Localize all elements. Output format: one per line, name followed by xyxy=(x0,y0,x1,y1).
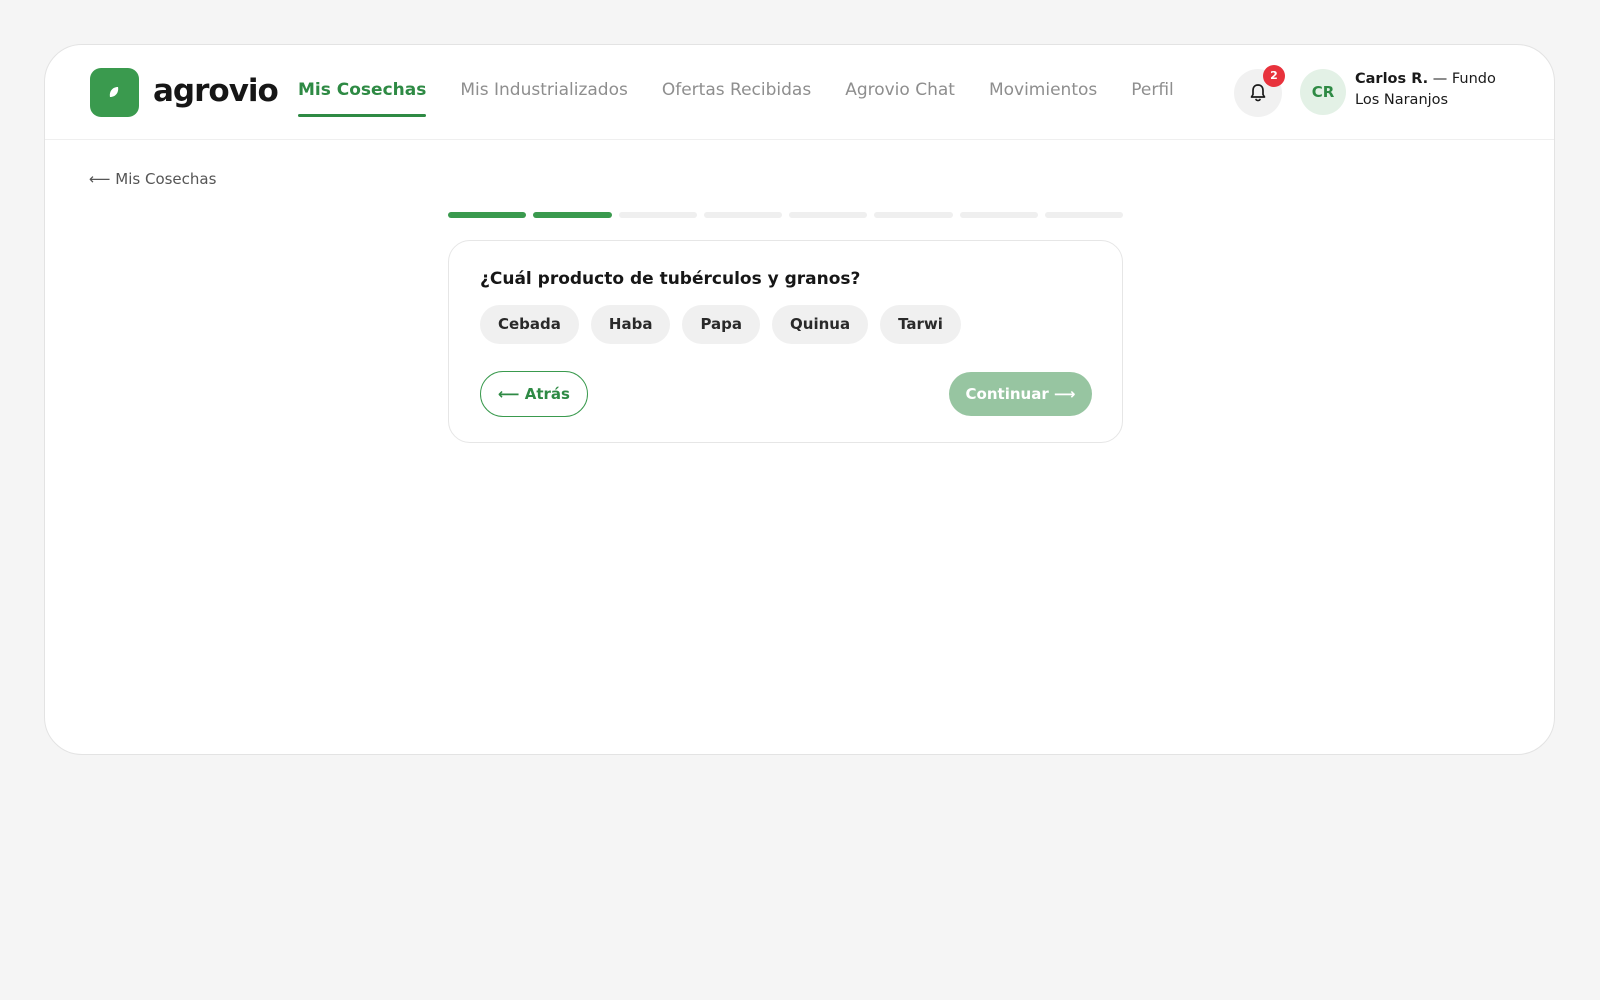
leaf-icon xyxy=(109,87,119,97)
option-chip-tarwi[interactable]: Tarwi xyxy=(880,305,961,344)
nav-item-ofertas-recibidas[interactable]: Ofertas Recibidas xyxy=(662,45,811,140)
user-info: Carlos R. — Fundo Los Naranjos xyxy=(1355,69,1515,111)
nav-item-mis-industrializados[interactable]: Mis Industrializados xyxy=(460,45,628,140)
progress-segment xyxy=(1044,212,1123,218)
question-card: ¿Cuál producto de tubérculos y granos? C… xyxy=(448,240,1123,443)
progress-segment xyxy=(703,212,782,218)
question-title: ¿Cuál producto de tubérculos y granos? xyxy=(480,269,861,289)
top-navbar: agrovio Mis Cosechas Mis Industrializado… xyxy=(45,45,1554,140)
progress-segment xyxy=(789,212,868,218)
nav-item-perfil[interactable]: Perfil xyxy=(1131,45,1174,140)
logo-mark[interactable] xyxy=(90,68,139,117)
option-chip-quinua[interactable]: Quinua xyxy=(772,305,869,344)
wizard-progress-bar xyxy=(448,212,1123,218)
bell-icon xyxy=(1250,84,1266,102)
option-chip-cebada[interactable]: Cebada xyxy=(480,305,579,344)
option-chip-haba[interactable]: Haba xyxy=(590,305,671,344)
user-name: Carlos R. xyxy=(1355,71,1429,87)
product-options: Cebada Haba Papa Quinua Tarwi xyxy=(480,305,961,344)
nav-item-movimientos[interactable]: Movimientos xyxy=(989,45,1097,140)
main-nav: Mis Cosechas Mis Industrializados Oferta… xyxy=(298,45,1174,140)
back-to-mis-cosechas-link[interactable]: ⟵ Mis Cosechas xyxy=(89,169,216,189)
notification-count-badge: 2 xyxy=(1263,65,1285,87)
progress-segment xyxy=(533,212,612,218)
progress-segment xyxy=(448,212,527,218)
progress-segment xyxy=(959,212,1038,218)
user-separator: — xyxy=(1428,71,1452,87)
brand-name[interactable]: agrovio xyxy=(153,69,279,113)
continue-button[interactable]: Continuar ⟶ xyxy=(949,372,1092,416)
back-button[interactable]: ⟵ Atrás xyxy=(480,371,588,417)
nav-item-mis-cosechas[interactable]: Mis Cosechas xyxy=(298,45,427,140)
option-chip-papa[interactable]: Papa xyxy=(682,305,761,344)
user-avatar[interactable]: CR xyxy=(1300,69,1346,115)
progress-segment xyxy=(874,212,953,218)
progress-segment xyxy=(618,212,697,218)
nav-item-agrovio-chat[interactable]: Agrovio Chat xyxy=(845,45,955,140)
app-window: agrovio Mis Cosechas Mis Industrializado… xyxy=(44,44,1555,755)
